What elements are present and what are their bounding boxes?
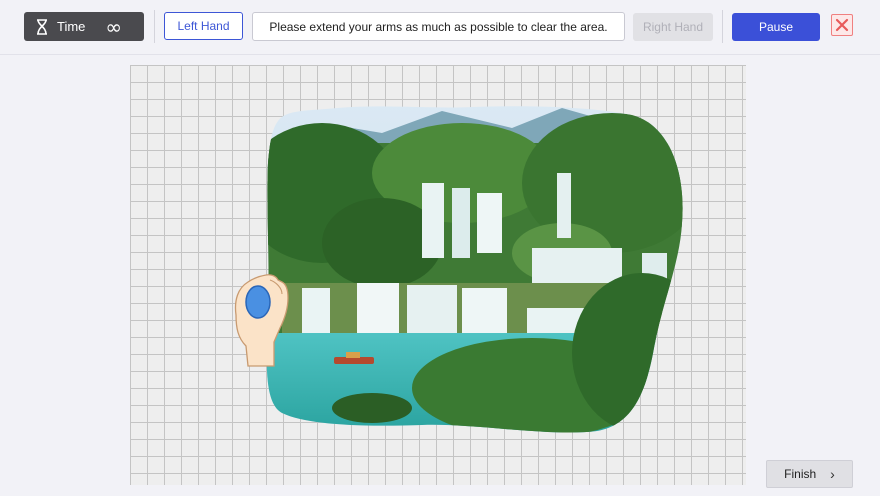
hand-marker <box>245 285 271 319</box>
right-hand-button[interactable]: Right Hand <box>633 13 713 41</box>
finish-label: Finish <box>784 467 817 481</box>
instruction-text: Please extend your arms as much as possi… <box>252 12 625 41</box>
finish-button[interactable]: Finish › <box>766 460 853 488</box>
divider <box>722 10 723 43</box>
top-toolbar: Time ∞ Left Hand Please extend your arms… <box>0 0 880 55</box>
divider <box>154 10 155 43</box>
timer-label: Time <box>57 19 86 34</box>
close-button[interactable] <box>831 14 853 36</box>
hand-icon[interactable] <box>226 270 290 368</box>
left-hand-button[interactable]: Left Hand <box>164 12 243 40</box>
close-icon <box>835 18 849 32</box>
pause-button[interactable]: Pause <box>732 13 820 41</box>
chevron-right-icon: › <box>830 466 835 482</box>
waterfall-landscape-image <box>266 106 683 433</box>
hourglass-icon <box>35 18 49 35</box>
infinity-icon: ∞ <box>105 14 122 39</box>
timer-display: Time ∞ <box>24 12 144 41</box>
